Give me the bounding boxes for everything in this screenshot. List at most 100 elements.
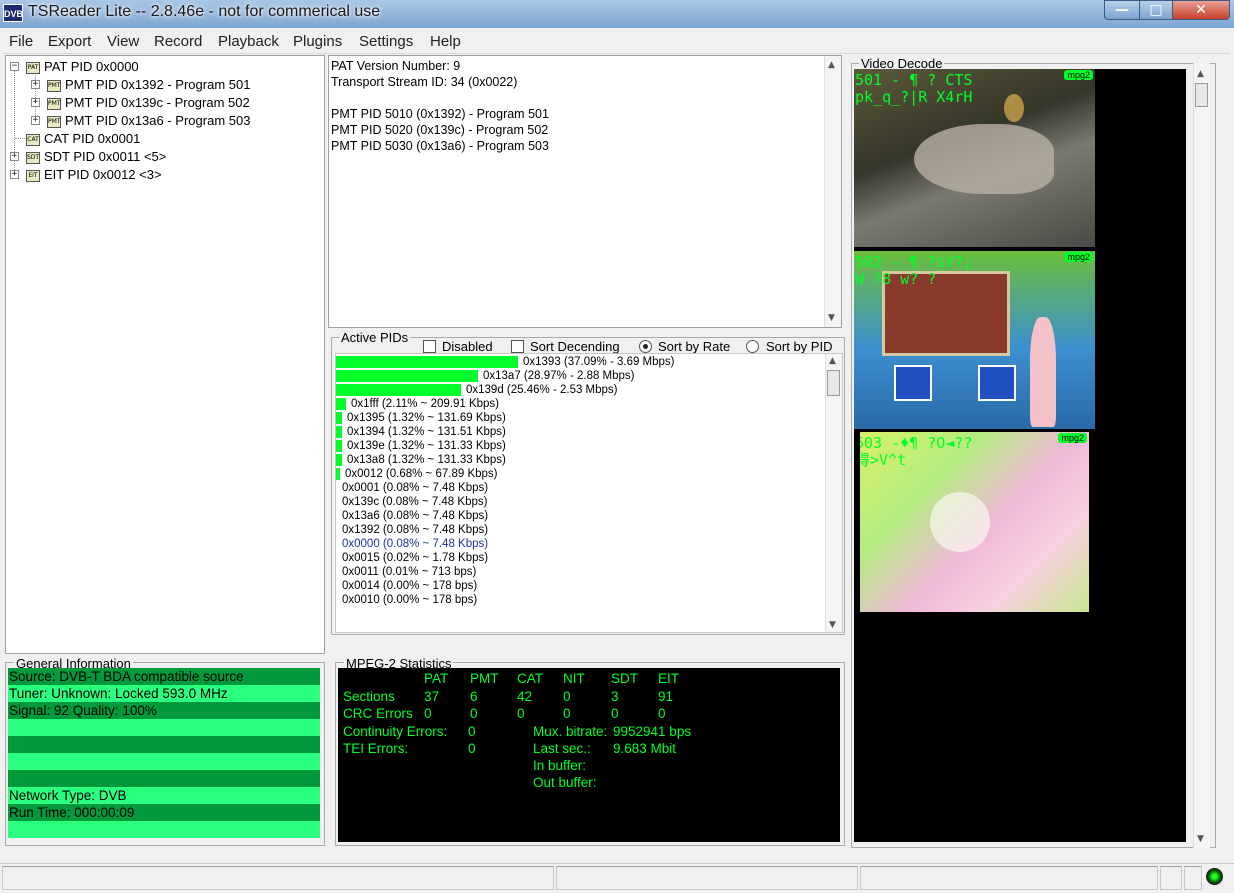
menu-plugins[interactable]: Plugins <box>293 33 342 50</box>
sort-by-pid-label: Sort by PID <box>766 339 833 354</box>
status-cell <box>1184 866 1202 890</box>
scroll-down-icon[interactable]: ▼ <box>828 313 835 323</box>
thumb-overlay-line1: 502 - ¶ ?sY?; <box>855 253 973 271</box>
tree-node-label: CAT PID 0x0001 <box>44 131 141 146</box>
pid-rate-bar <box>336 468 340 480</box>
status-cell <box>556 866 858 890</box>
expand-toggle[interactable]: + <box>31 80 40 89</box>
table-detail-pane[interactable]: PAT Version Number: 9 Transport Stream I… <box>328 55 842 328</box>
status-cell <box>2 866 554 890</box>
pid-rate-bar <box>336 412 342 424</box>
table-icon: CAT <box>26 133 40 146</box>
pid-rate-bar <box>336 370 478 382</box>
video-thumbnail-501[interactable]: 501 - ¶ ? CTS pk_q_?|R X4rH mpg2 <box>854 69 1095 247</box>
sort-descending-checkbox[interactable] <box>511 340 524 353</box>
thumb-overlay-line2: 得>V^t <box>860 451 907 469</box>
table-tree[interactable]: − PAT PAT PID 0x0000 + PMT PMT PID 0x1392 … <box>5 55 325 654</box>
tree-node-pmt-501[interactable]: PMT PMT PID 0x1392 - Program 501 <box>47 76 250 93</box>
tree-node-label: PAT PID 0x0000 <box>44 59 139 74</box>
sections-cat: 42 <box>517 689 533 704</box>
expand-toggle[interactable]: + <box>10 170 19 179</box>
col-header-eit: EIT <box>658 671 680 686</box>
detail-line: PMT PID 5030 (0x13a6) - Program 503 <box>331 139 549 153</box>
title-bar[interactable]: DVB TSReader Lite -- 2.8.46e - not for c… <box>0 0 1234 28</box>
info-line: Source: DVB-T BDA compatible source <box>8 668 320 685</box>
pid-row-label: 0x0001 (0.08% ~ 7.48 Kbps) <box>342 482 489 494</box>
scroll-thumb[interactable] <box>827 370 840 396</box>
info-line: Signal: 92 Quality: 100% <box>8 702 320 719</box>
scroll-down-icon[interactable]: ▼ <box>1197 834 1204 844</box>
expand-toggle[interactable]: + <box>31 98 40 107</box>
out-buffer-label: Out buffer: <box>533 775 597 790</box>
info-line <box>8 719 320 736</box>
last-sec-label: Last sec.: <box>533 741 591 756</box>
scroll-up-icon[interactable]: ▲ <box>829 356 836 366</box>
pid-row-label: 0x0015 (0.02% ~ 1.78 Kbps) <box>342 552 489 564</box>
menu-bar: File Export View Record Playback Plugins… <box>4 29 1230 54</box>
menu-help[interactable]: Help <box>430 33 461 50</box>
crc-eit: 0 <box>658 706 666 721</box>
disabled-checkbox[interactable] <box>423 340 436 353</box>
expand-toggle[interactable]: + <box>31 116 40 125</box>
last-sec-value: 9.683 Mbit <box>613 741 677 756</box>
thumb-overlay-line2: pk_q_?|R X4rH <box>855 88 973 106</box>
sections-pmt: 6 <box>470 689 478 704</box>
col-header-nit: NIT <box>563 671 585 686</box>
pid-row-label: 0x1395 (1.32% ~ 131.69 Kbps) <box>347 412 506 424</box>
scroll-thumb[interactable] <box>1195 83 1208 107</box>
tree-node-label: SDT PID 0x0011 <5> <box>44 149 167 164</box>
sort-by-rate-radio[interactable] <box>639 340 652 353</box>
collapse-toggle[interactable]: − <box>10 62 19 71</box>
tree-node-label: EIT PID 0x0012 <3> <box>44 167 162 182</box>
tree-node-eit[interactable]: EIT EIT PID 0x0012 <3> <box>26 166 162 183</box>
menu-export[interactable]: Export <box>48 33 91 50</box>
tree-node-label: PMT PID 0x139c - Program 502 <box>65 95 250 110</box>
detail-line: PAT Version Number: 9 <box>331 59 461 73</box>
tree-node-pmt-503[interactable]: PMT PMT PID 0x13a6 - Program 503 <box>47 112 250 129</box>
minimize-button[interactable]: — <box>1104 0 1140 20</box>
tree-node-cat[interactable]: CAT CAT PID 0x0001 <box>26 130 140 147</box>
scroll-down-icon[interactable]: ▼ <box>829 620 836 630</box>
video-frame-shape <box>894 365 932 401</box>
sort-by-pid-radio[interactable] <box>746 340 759 353</box>
col-header-sdt: SDT <box>611 671 638 686</box>
menu-playback[interactable]: Playback <box>218 33 279 50</box>
sort-by-rate-label: Sort by Rate <box>658 339 731 354</box>
pid-row-label: 0x139c (0.08% ~ 7.48 Kbps) <box>342 496 488 508</box>
status-cell <box>1160 866 1182 890</box>
table-icon: EIT <box>26 169 40 182</box>
detail-line: PMT PID 5020 (0x139c) - Program 502 <box>331 123 549 137</box>
close-button[interactable]: ✕ <box>1172 0 1230 20</box>
general-info-panel: Source: DVB-T BDA compatible source Tune… <box>8 668 320 838</box>
codec-badge: mpg2 <box>1064 70 1093 80</box>
detail-line: Transport Stream ID: 34 (0x0022) <box>331 75 518 89</box>
col-header-pmt: PMT <box>470 671 499 686</box>
detail-scrollbar[interactable]: ▲ ▼ <box>824 56 841 327</box>
table-icon: PMT <box>47 97 61 110</box>
active-pids-list[interactable]: 0x1393 (37.09% - 3.69 Mbps) 0x13a7 (28.97… <box>335 353 843 633</box>
pid-rate-bar <box>336 440 342 452</box>
pid-row-label: 0x139e (1.32% ~ 131.33 Kbps) <box>347 440 506 452</box>
expand-toggle[interactable]: + <box>10 152 19 161</box>
info-line <box>8 753 320 770</box>
codec-badge: mpg2 <box>1064 252 1093 262</box>
tree-node-sdt[interactable]: SDT SDT PID 0x0011 <5> <box>26 148 166 165</box>
video-scrollbar[interactable]: ▲ ▼ <box>1193 63 1210 848</box>
video-thumbnail-502[interactable]: 502 - ¶ ?sY?; W ?8 w? ? mpg2 <box>854 251 1095 429</box>
codec-badge: mpg2 <box>1058 433 1087 443</box>
menu-settings[interactable]: Settings <box>359 33 413 50</box>
menu-record[interactable]: Record <box>154 33 202 50</box>
table-icon: PMT <box>47 115 61 128</box>
menu-file[interactable]: File <box>9 33 33 50</box>
pids-scrollbar[interactable]: ▲ ▼ <box>825 354 842 632</box>
crc-sdt: 0 <box>611 706 619 721</box>
scroll-up-icon[interactable]: ▲ <box>1197 69 1204 79</box>
scroll-up-icon[interactable]: ▲ <box>828 60 835 70</box>
crc-nit: 0 <box>563 706 571 721</box>
maximize-button[interactable]: □ <box>1139 0 1173 20</box>
tree-node-pmt-502[interactable]: PMT PMT PID 0x139c - Program 502 <box>47 94 250 111</box>
pid-row-label: 0x0012 (0.68% ~ 67.89 Kbps) <box>345 468 498 480</box>
video-thumbnail-503[interactable]: 503 -♦¶ ?O◄?? 得>V^t mpg2 <box>860 432 1089 612</box>
tree-node-pat[interactable]: PAT PAT PID 0x0000 <box>26 58 139 75</box>
menu-view[interactable]: View <box>107 33 139 50</box>
